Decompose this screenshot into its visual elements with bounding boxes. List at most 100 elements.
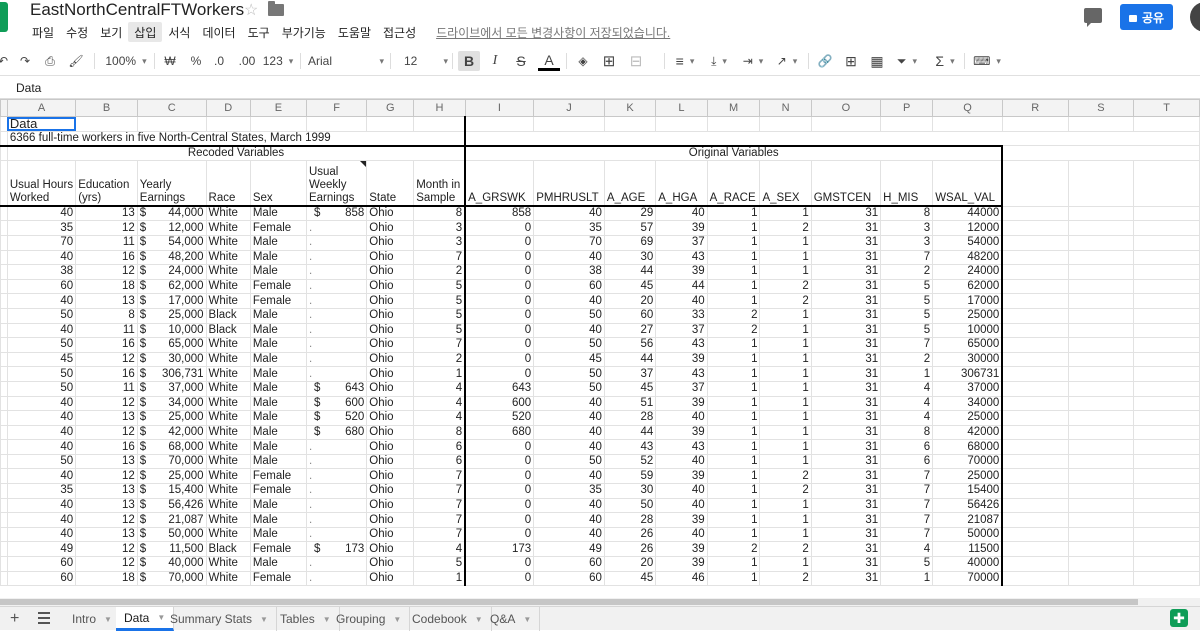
cell[interactable]: Male (249, 322, 307, 339)
cell[interactable]: $25,000 (136, 307, 207, 324)
cell-A1[interactable]: Data (6, 116, 77, 132)
merge-cells-icon[interactable]: ⊟ (626, 51, 646, 71)
cell[interactable]: 5 (413, 556, 467, 572)
cell[interactable]: 40 (533, 293, 605, 309)
cell[interactable]: . (305, 366, 368, 382)
cell[interactable]: Female (249, 483, 307, 499)
column-header-r[interactable]: R (1001, 99, 1069, 117)
paint-format-icon[interactable]: 🖌 (68, 51, 84, 71)
column-header-f[interactable]: F (305, 99, 368, 117)
cell[interactable]: 1 (706, 468, 761, 485)
cell[interactable]: 31 (810, 249, 882, 266)
cell[interactable]: 50 (6, 453, 77, 470)
cell[interactable] (1133, 483, 1200, 499)
cell[interactable]: 1 (706, 380, 761, 397)
cell[interactable] (1133, 380, 1200, 397)
bold-button[interactable]: B (458, 51, 480, 71)
cell[interactable]: $15,400 (136, 483, 207, 499)
sheet-tab-codebook[interactable]: Codebook ▼ (404, 607, 492, 631)
column-header-o[interactable]: O (810, 99, 882, 117)
cell[interactable]: . (305, 453, 368, 470)
cell[interactable] (1133, 497, 1200, 514)
cell[interactable]: White (205, 424, 251, 441)
cell[interactable]: $37,000 (136, 380, 207, 397)
cell[interactable]: 6 (413, 439, 467, 455)
cell[interactable]: 1 (759, 526, 812, 543)
insert-comment-icon[interactable]: ⊞ (842, 51, 860, 71)
cell[interactable]: 4 (413, 541, 467, 558)
cell[interactable]: 40 (6, 293, 77, 309)
font-size-select[interactable]: 12 ▾ (404, 51, 448, 71)
cell[interactable]: Male (249, 380, 307, 397)
cell[interactable]: 1 (706, 264, 761, 280)
cell[interactable]: . (305, 264, 368, 280)
cell[interactable]: 0 (464, 497, 535, 514)
cell[interactable]: White (205, 570, 251, 587)
cell[interactable]: 3 (413, 234, 467, 251)
cell[interactable]: $12,000 (136, 220, 207, 236)
cell[interactable]: 12 (75, 220, 138, 236)
column-header-j[interactable]: J (533, 99, 605, 117)
cell[interactable]: 1 (706, 249, 761, 266)
cell[interactable]: $11,500 (136, 541, 207, 558)
cell[interactable]: Male (249, 234, 307, 251)
cell[interactable]: 4 (880, 541, 934, 558)
cell[interactable]: . (305, 351, 368, 368)
decrease-decimal-button[interactable]: .0 (210, 51, 228, 71)
cell[interactable]: Female (249, 220, 307, 236)
cell[interactable]: 1 (759, 410, 812, 426)
column-label[interactable]: PMHRUSLT (533, 159, 605, 208)
cell[interactable] (603, 116, 657, 132)
cell[interactable]: 5 (880, 556, 934, 572)
chevron-down-icon[interactable]: ▼ (104, 615, 112, 624)
cell[interactable]: 39 (655, 351, 708, 368)
cell[interactable]: 30 (603, 249, 657, 266)
cell[interactable] (1001, 220, 1069, 236)
cell[interactable]: White (205, 410, 251, 426)
cell[interactable]: 39 (655, 395, 708, 412)
cell[interactable]: $70,000 (136, 570, 207, 587)
cell[interactable] (1001, 116, 1069, 132)
cell[interactable]: 42000 (932, 424, 1004, 441)
sheet-tab-intro[interactable]: Intro ▼ (64, 607, 121, 631)
cell[interactable]: 0 (464, 307, 535, 324)
cell[interactable] (1067, 159, 1135, 207)
cell[interactable] (1001, 264, 1069, 280)
cell[interactable]: White (205, 351, 251, 368)
cell[interactable]: 46 (655, 570, 708, 587)
cell[interactable]: 3 (413, 220, 467, 236)
star-icon[interactable]: ☆ (244, 0, 258, 20)
cell[interactable]: Male (249, 395, 307, 412)
cell[interactable]: 56 (603, 337, 657, 353)
cell[interactable]: 1 (706, 410, 761, 426)
cell[interactable] (1001, 337, 1069, 353)
select-all-corner[interactable] (0, 99, 8, 117)
cell[interactable]: 306731 (932, 366, 1004, 382)
cell[interactable]: 7 (880, 497, 934, 514)
cell[interactable]: White (205, 366, 251, 382)
cell[interactable] (880, 116, 934, 132)
cell[interactable]: White (205, 234, 251, 251)
cell[interactable]: Ohio (366, 380, 415, 397)
cell[interactable]: White (205, 483, 251, 499)
cell[interactable]: Ohio (366, 307, 415, 324)
cell[interactable]: Male (249, 249, 307, 266)
cell[interactable]: White (205, 395, 251, 412)
cell[interactable]: 31 (810, 322, 882, 339)
chevron-down-icon[interactable]: ▼ (260, 615, 268, 624)
cell[interactable]: 680 (464, 424, 535, 441)
cell[interactable]: 11500 (932, 541, 1004, 558)
column-label[interactable]: Sex (249, 159, 307, 208)
cell[interactable]: Ohio (366, 205, 415, 222)
cell[interactable] (1001, 395, 1069, 412)
cell[interactable]: 1 (706, 424, 761, 441)
column-header-p[interactable]: P (880, 99, 934, 117)
cell[interactable]: White (205, 380, 251, 397)
cell[interactable]: $30,000 (136, 351, 207, 368)
cell[interactable]: 45 (533, 351, 605, 368)
cell[interactable] (1001, 351, 1069, 368)
cell[interactable]: 1 (706, 483, 761, 499)
cell[interactable]: 40 (6, 205, 77, 222)
functions-button[interactable]: Σ (932, 51, 958, 71)
cell[interactable]: 6 (880, 453, 934, 470)
